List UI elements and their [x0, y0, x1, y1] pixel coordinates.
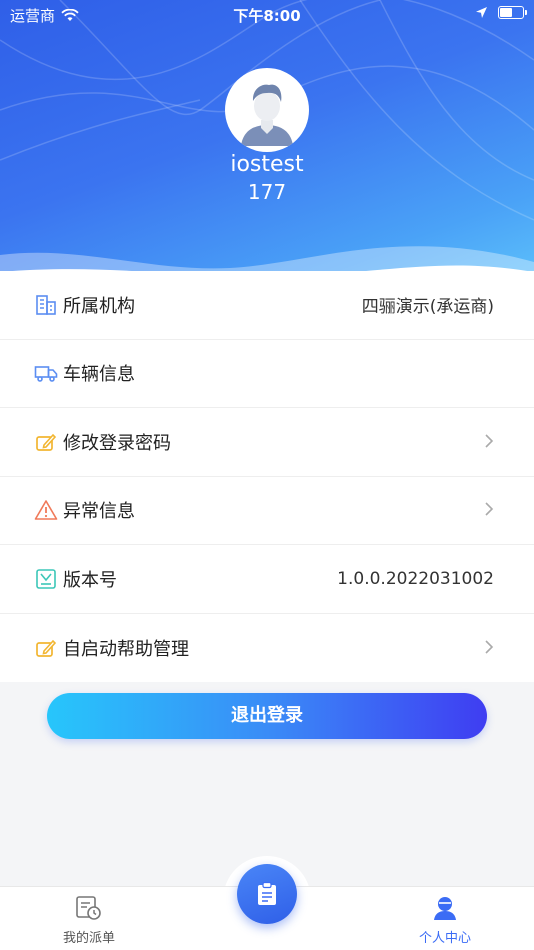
- menu-item-label: 异常信息: [63, 501, 135, 523]
- version-icon: [34, 567, 58, 591]
- avatar[interactable]: [225, 68, 309, 152]
- battery-icon: [498, 6, 527, 19]
- tab-label: 我的派单: [62, 931, 115, 946]
- dispatch-list-icon: [76, 896, 101, 920]
- version-value: 1.0.0.2022031002: [337, 568, 494, 589]
- truck-icon: [34, 361, 58, 385]
- tab-label: 个人中心: [418, 931, 471, 946]
- chevron-right-icon: [484, 430, 494, 454]
- location-arrow-icon: [476, 7, 487, 18]
- status-bar: 运营商 下午8:00: [0, 0, 534, 28]
- user-id: 177: [247, 180, 287, 204]
- menu-item-label: 所属机构: [63, 295, 135, 317]
- battery-level: [500, 8, 512, 17]
- settings-menu: 所属机构 四骊演示(承运商) 车辆信息 修改登录密码 异常信息 版本号 1.0.…: [0, 271, 534, 682]
- menu-item-label: 修改登录密码: [63, 432, 171, 454]
- menu-item-exception-info[interactable]: 异常信息: [0, 477, 534, 545]
- user-avatar-icon: [227, 70, 307, 150]
- menu-item-version[interactable]: 版本号 1.0.0.2022031002: [0, 545, 534, 614]
- clipboard-icon: [258, 881, 276, 905]
- username: iostest: [230, 152, 304, 177]
- menu-item-autostart-help[interactable]: 自启动帮助管理: [0, 614, 534, 683]
- warning-icon: [34, 498, 58, 522]
- edit-icon: [34, 636, 58, 660]
- menu-item-organization[interactable]: 所属机构 四骊演示(承运商): [0, 271, 534, 340]
- building-icon: [34, 293, 58, 317]
- organization-value: 四骊演示(承运商): [361, 297, 494, 318]
- menu-item-vehicle-info[interactable]: 车辆信息: [0, 340, 534, 408]
- menu-item-label: 车辆信息: [63, 364, 135, 386]
- tab-personal-center[interactable]: 个人中心: [385, 895, 505, 946]
- status-time: 下午8:00: [233, 7, 301, 25]
- edit-icon: [34, 430, 58, 454]
- chevron-right-icon: [484, 498, 494, 522]
- center-clipboard-button[interactable]: [237, 864, 297, 924]
- tab-my-dispatch[interactable]: 我的派单: [29, 895, 149, 946]
- personal-center-icon: [434, 897, 456, 920]
- logout-button[interactable]: 退出登录: [47, 693, 487, 739]
- chevron-right-icon: [484, 636, 494, 660]
- menu-item-change-password[interactable]: 修改登录密码: [0, 408, 534, 477]
- menu-item-label: 版本号: [63, 569, 117, 591]
- menu-item-label: 自启动帮助管理: [63, 638, 189, 660]
